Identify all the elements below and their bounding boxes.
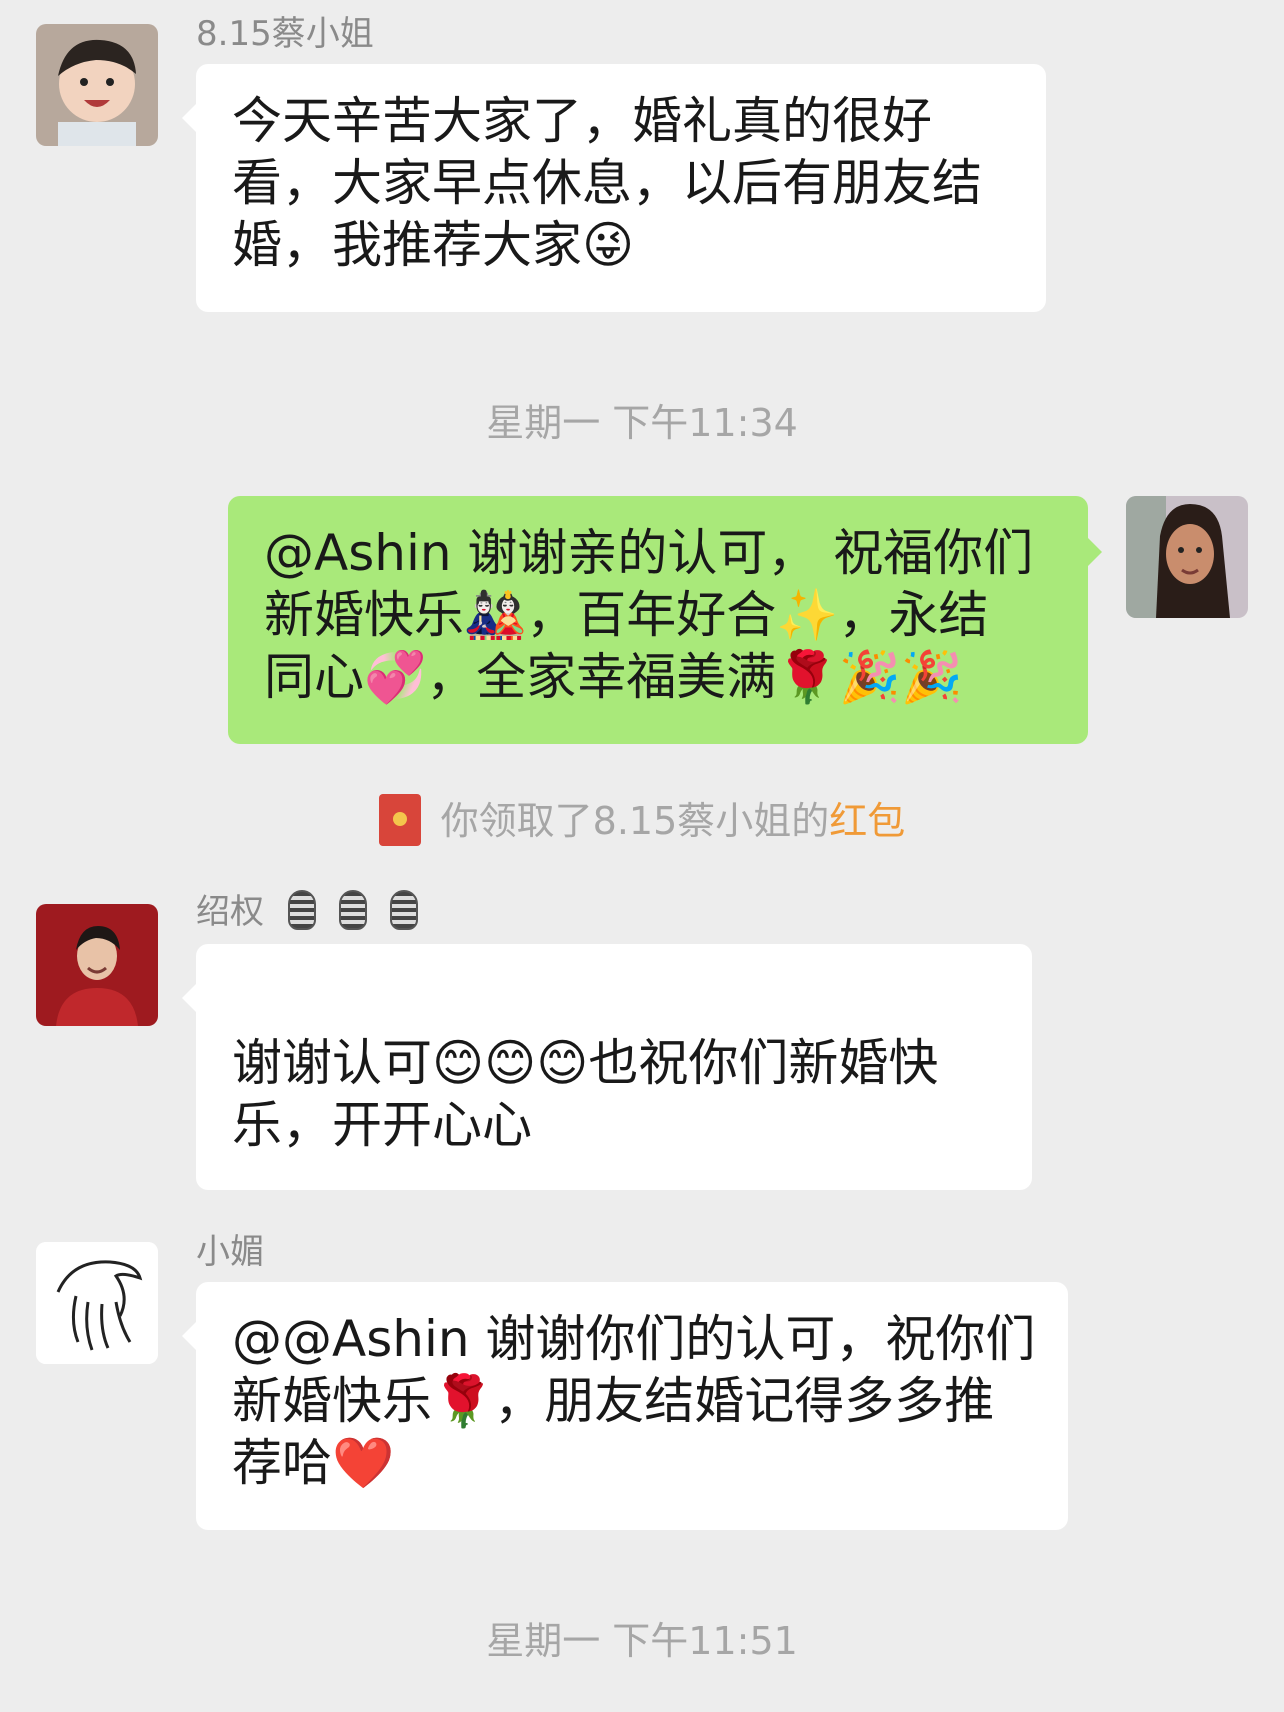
chat-timestamp: 星期一 下午11:51 bbox=[486, 1619, 798, 1663]
avatar-self[interactable] bbox=[1126, 496, 1248, 618]
message-bubble[interactable]: @@Ashin 谢谢你们的认可，祝你们 新婚快乐🌹，朋友结婚记得多多推 荐哈❤️ bbox=[182, 1282, 1068, 1530]
message-text-line: 今天辛苦大家了，婚礼真的很好 bbox=[232, 92, 932, 150]
message-text-line: 新婚快乐🌹，朋友结婚记得多多推 bbox=[232, 1372, 995, 1430]
sender-name: 8.15蔡小姐 bbox=[196, 14, 374, 54]
message-text-line: 谢谢认可😊😊😊也祝你们新婚快 bbox=[232, 1034, 939, 1092]
avatar-xiaomei[interactable] bbox=[36, 1242, 158, 1364]
message-bubble[interactable]: 今天辛苦大家了，婚礼真的很好 看，大家早点休息，以后有朋友结 婚，我推荐大家😜 bbox=[182, 64, 1046, 312]
sender-name: 小媚 bbox=[196, 1232, 264, 1272]
message-bubble-outgoing[interactable]: @Ashin 谢谢亲的认可， 祝福你们 新婚快乐🎎，百年好合✨，永结 同心💞，全… bbox=[228, 496, 1102, 744]
microphone-icon bbox=[288, 890, 316, 930]
message-text-line: 看，大家早点休息，以后有朋友结 bbox=[232, 154, 982, 212]
message-bubble[interactable]: 谢谢认可😊😊😊也祝你们新婚快 乐，开开心心 bbox=[182, 944, 1032, 1190]
message-text-line: 新婚快乐🎎，百年好合✨，永结 bbox=[264, 586, 989, 644]
avatar-shaoquan[interactable] bbox=[36, 904, 158, 1026]
message-text-line: @Ashin 谢谢亲的认可， 祝福你们 bbox=[264, 524, 1034, 582]
red-packet-link[interactable]: 红包 bbox=[829, 799, 905, 843]
red-packet-notice: 你领取了8.15蔡小姐的红包 bbox=[0, 790, 1284, 850]
sender-name: 绍权 bbox=[196, 892, 264, 932]
sender-name-icons bbox=[270, 890, 419, 930]
microphone-icon bbox=[339, 890, 368, 930]
microphone-icon bbox=[390, 890, 419, 930]
message-text-line: @@Ashin 谢谢你们的认可，祝你们 bbox=[232, 1310, 1036, 1368]
message-text-line: 乐，开开心心 bbox=[232, 1096, 532, 1154]
message-text-line bbox=[232, 970, 996, 1032]
message-text-line: 同心💞，全家幸福美满🌹🎉🎉 bbox=[264, 648, 964, 706]
message-text-line: 荐哈❤️ bbox=[232, 1434, 395, 1492]
red-packet-notice-text: 你领取了8.15蔡小姐的 bbox=[440, 799, 830, 843]
chat-timestamp: 星期一 下午11:34 bbox=[486, 401, 798, 445]
avatar-8-15-cai[interactable] bbox=[36, 24, 158, 146]
red-packet-icon bbox=[378, 793, 421, 846]
message-text-line: 婚，我推荐大家😜 bbox=[232, 216, 635, 274]
